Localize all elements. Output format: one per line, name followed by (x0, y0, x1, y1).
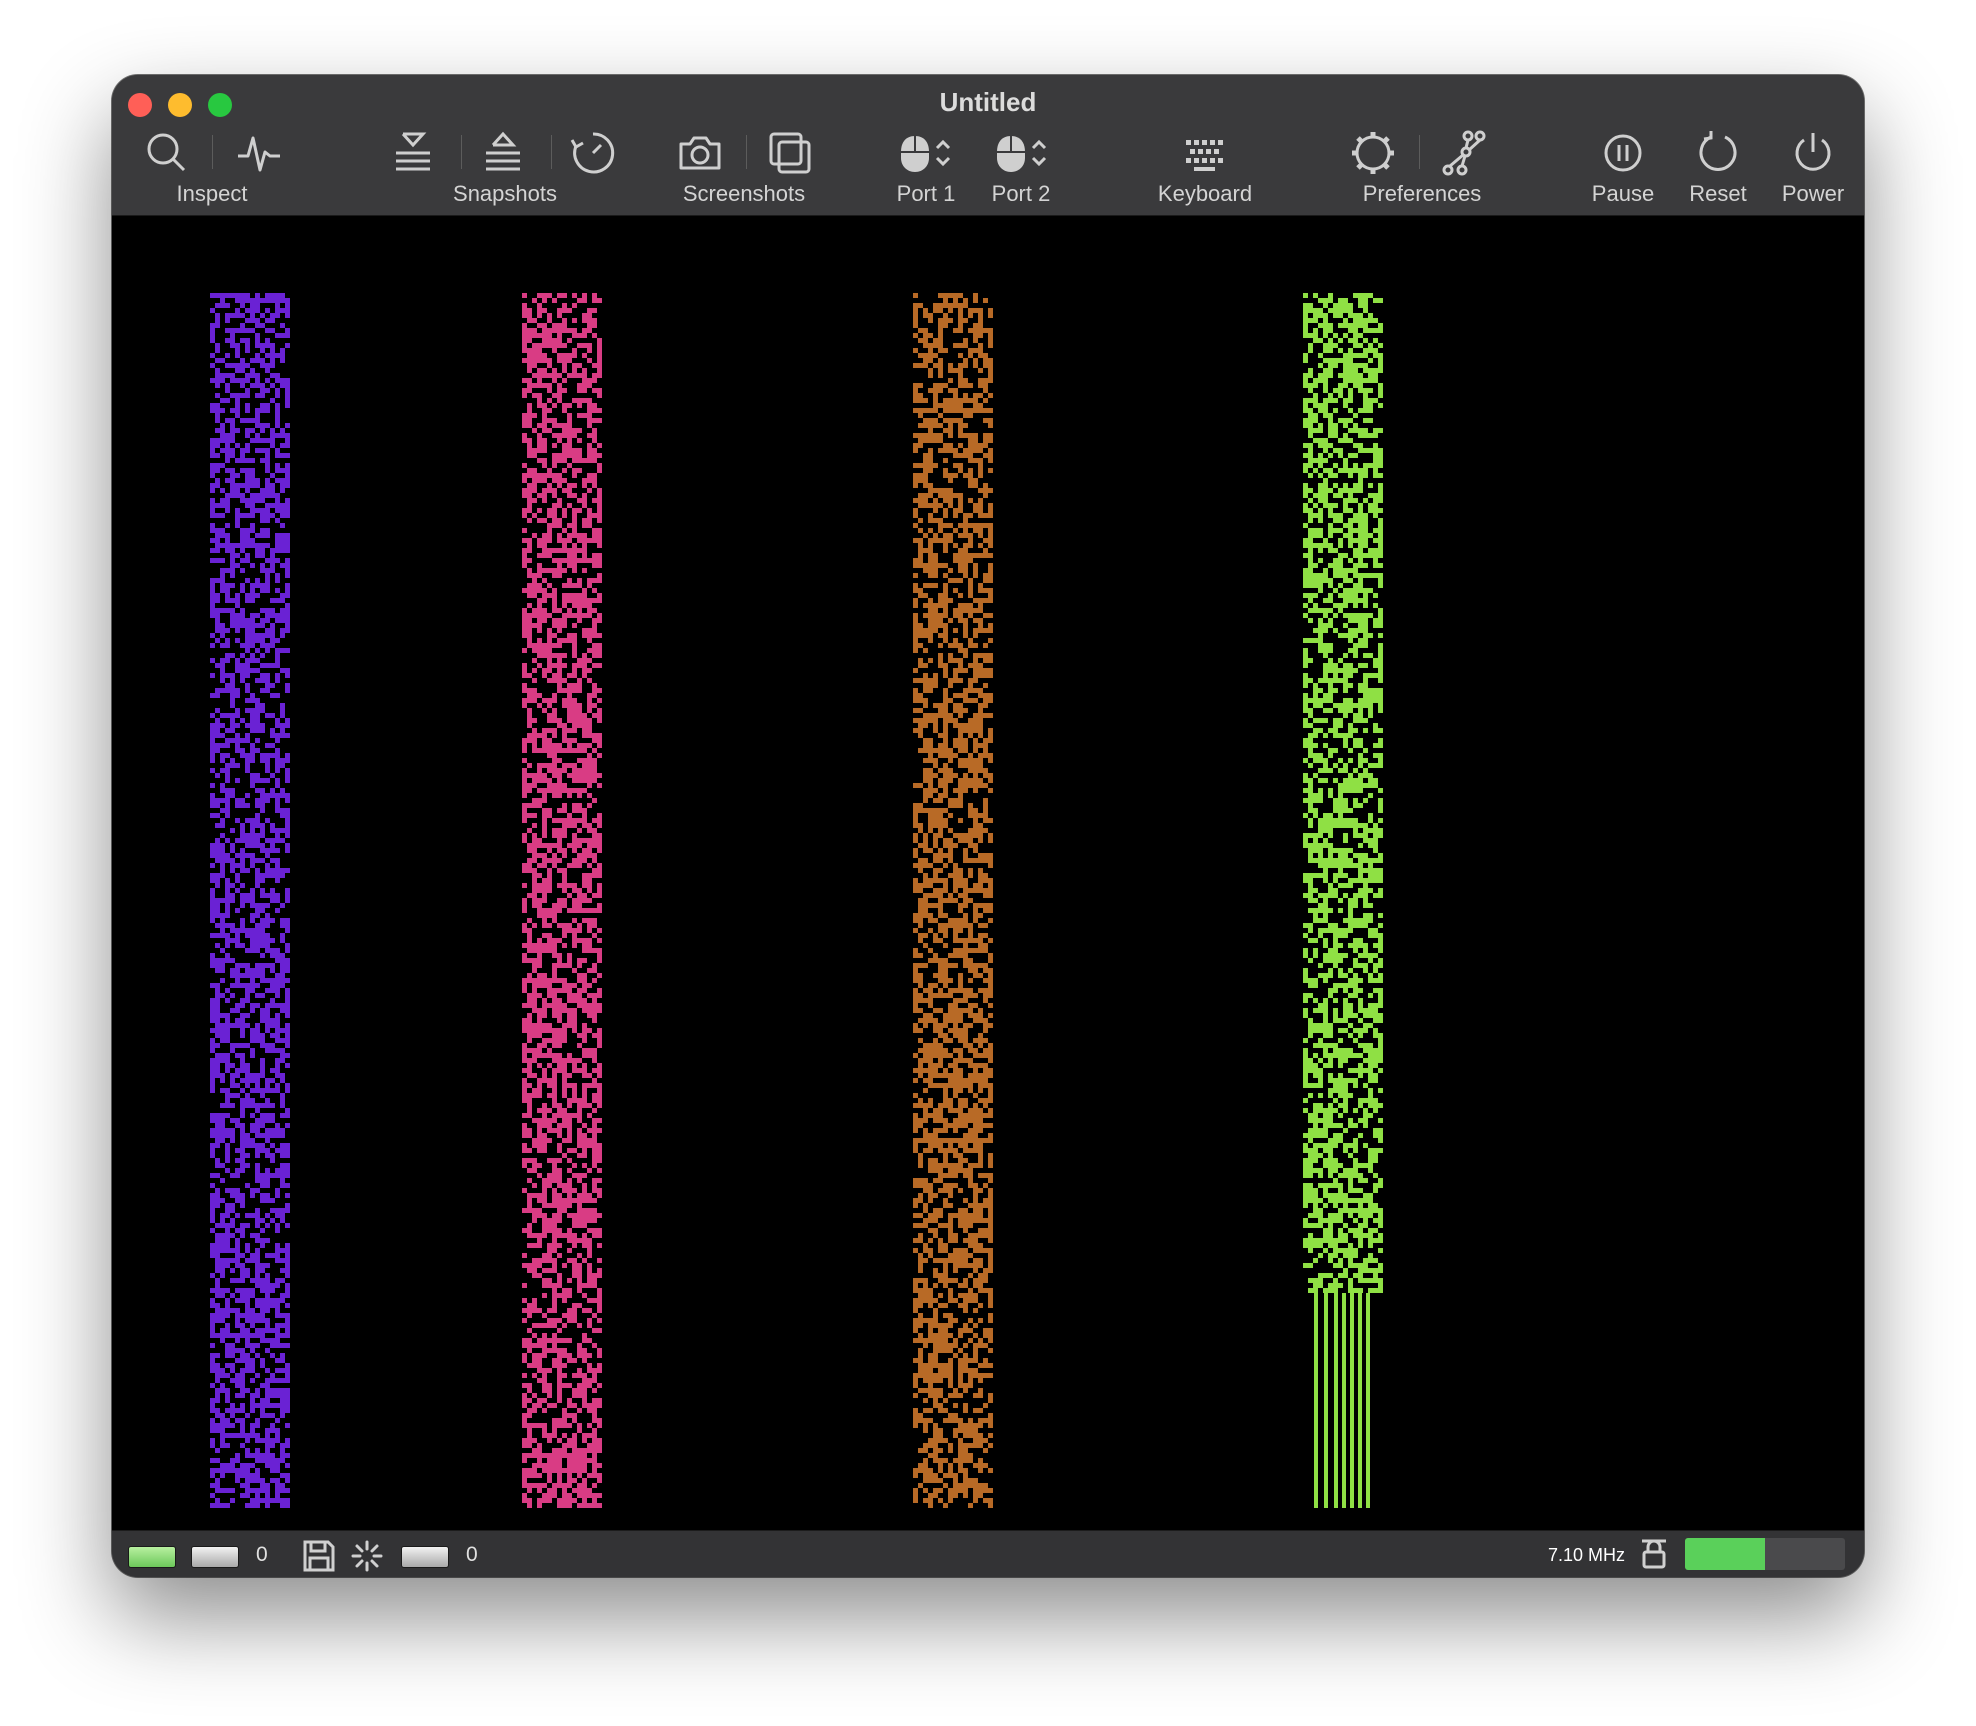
status-bar: 0 0 7.10 MHz (112, 1530, 1864, 1577)
emulator-window: Untitled Inspect Snapshots Screenshots P… (112, 75, 1864, 1577)
drive2-count: 0 (466, 1543, 478, 1566)
port1-label: Port 1 (896, 181, 956, 206)
preferences-label: Preferences (1362, 181, 1482, 206)
emulator-screen[interactable] (112, 216, 1864, 1530)
keyboard-label: Keyboard (1157, 181, 1253, 206)
reset-icon[interactable] (1693, 128, 1743, 178)
pause-label: Pause (1591, 181, 1655, 206)
speed-meter (1685, 1538, 1845, 1570)
screenshots-label: Screenshots (682, 181, 806, 206)
toolbar-separator (746, 135, 747, 169)
window-title: Untitled (939, 87, 1037, 117)
camera-icon[interactable] (675, 128, 725, 178)
activity-icon[interactable] (234, 128, 284, 178)
search-icon[interactable] (142, 128, 192, 178)
speed-readout: 7.10 MHz (1548, 1545, 1626, 1565)
purple-noise-stripe (210, 293, 290, 1508)
reset-label: Reset (1689, 181, 1747, 206)
speed-meter-fill (1685, 1538, 1765, 1570)
toolbar-separator (461, 135, 462, 169)
lock-icon[interactable] (1637, 1537, 1671, 1571)
snapshots-label: Snapshots (453, 181, 557, 206)
drive2-led (401, 1546, 449, 1568)
restore-snapshot-icon[interactable] (478, 128, 528, 178)
toolbar-separator (551, 135, 552, 169)
titlebar: Untitled Inspect Snapshots Screenshots P… (112, 75, 1864, 216)
power-icon[interactable] (1788, 128, 1838, 178)
chevron-updown-icon[interactable] (934, 128, 952, 178)
mouse-icon[interactable] (996, 128, 1026, 178)
clock-icon[interactable] (568, 128, 618, 178)
chevron-updown-icon[interactable] (1030, 128, 1048, 178)
gear-icon[interactable] (1348, 128, 1398, 178)
gallery-icon[interactable] (765, 128, 815, 178)
power-led (128, 1546, 176, 1568)
orange-noise-stripe (913, 293, 993, 1508)
port2-label: Port 2 (991, 181, 1051, 206)
drive1-count: 0 (256, 1543, 268, 1566)
settings-nodes-icon[interactable] (1438, 128, 1488, 178)
toolbar-separator (212, 135, 213, 169)
pause-icon[interactable] (1598, 128, 1648, 178)
save-snapshot-icon[interactable] (388, 128, 438, 178)
toolbar-separator (1419, 135, 1420, 169)
spinner-icon (350, 1539, 384, 1573)
green-noise-stripe (1303, 293, 1383, 1508)
inspect-label: Inspect (176, 181, 248, 206)
pink-noise-stripe (522, 293, 602, 1508)
power-label: Power (1781, 181, 1845, 206)
mouse-icon[interactable] (900, 128, 930, 178)
drive1-led (191, 1546, 239, 1568)
floppy-icon[interactable] (302, 1539, 336, 1573)
keyboard-icon[interactable] (1180, 128, 1230, 178)
